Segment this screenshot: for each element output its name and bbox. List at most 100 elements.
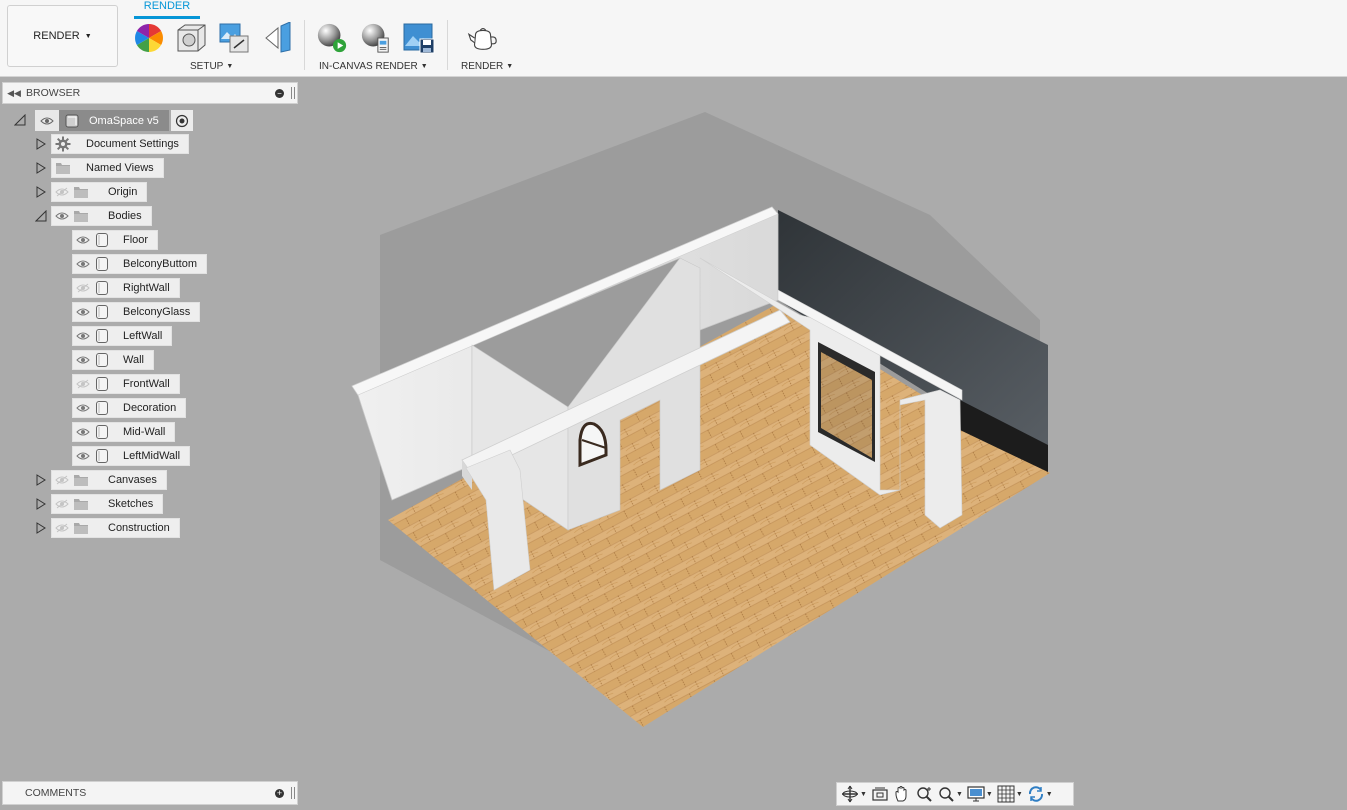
eye-icon[interactable] — [52, 207, 72, 225]
tab-render[interactable]: RENDER — [134, 0, 200, 20]
in-canvas-settings-icon[interactable] — [360, 22, 392, 54]
tree-item-body[interactable]: Wall — [72, 350, 154, 370]
expand-triangle-icon[interactable] — [35, 134, 47, 154]
caret-down-icon: ▼ — [226, 63, 234, 70]
viewports-icon[interactable]: ▼ — [1027, 784, 1053, 804]
tree-item-chip[interactable]: Named Views — [51, 158, 164, 178]
tree-item-chip[interactable]: BelconyGlass — [72, 302, 201, 322]
tree-root-toggle[interactable] — [14, 110, 30, 130]
in-canvas-group-menu[interactable]: IN-CANVAS RENDER ▼ — [319, 61, 428, 72]
tree-item-chip[interactable]: Sketches — [51, 494, 164, 514]
eye-hidden-icon[interactable] — [73, 375, 93, 393]
body-icon — [93, 423, 111, 441]
eye-hidden-icon[interactable] — [52, 519, 72, 537]
body-icon — [93, 375, 111, 393]
eye-icon[interactable] — [73, 423, 93, 441]
look-at-icon[interactable] — [871, 784, 889, 804]
render-teapot-icon[interactable] — [467, 22, 499, 54]
eye-icon[interactable] — [73, 255, 93, 273]
tree-item-body[interactable]: Mid-Wall — [72, 422, 176, 442]
comments-title: COMMENTS — [25, 787, 87, 799]
orbit-icon[interactable]: ▼ — [841, 784, 867, 804]
tree-item-construction[interactable]: Construction — [35, 518, 180, 538]
tree-item-chip[interactable]: Mid-Wall — [72, 422, 176, 442]
eye-hidden-icon[interactable] — [52, 495, 72, 513]
tree-item-chip[interactable]: Document Settings — [51, 134, 189, 154]
expand-triangle-icon[interactable] — [35, 470, 47, 490]
tree-item-label: Construction — [108, 522, 170, 534]
scene-settings-icon[interactable] — [133, 22, 165, 54]
expand-triangle-icon[interactable] — [35, 494, 47, 514]
add-comment-icon[interactable]: + — [275, 788, 284, 798]
eye-icon[interactable] — [73, 447, 93, 465]
tree-item-body[interactable]: RightWall — [72, 278, 180, 298]
grid-icon[interactable]: ▼ — [997, 784, 1023, 804]
zoom-icon[interactable] — [915, 784, 933, 804]
eye-icon[interactable] — [73, 351, 93, 369]
tree-item-canvases[interactable]: Canvases — [35, 470, 167, 490]
collapse-triangle-icon[interactable] — [14, 110, 26, 130]
expand-triangle-icon[interactable] — [35, 182, 47, 202]
tree-item-bodies[interactable]: Bodies — [35, 206, 152, 226]
capture-image-icon[interactable] — [403, 22, 435, 54]
tree-item-chip[interactable]: Decoration — [72, 398, 187, 418]
setup-group-menu[interactable]: SETUP ▼ — [190, 61, 233, 72]
texture-map-icon[interactable] — [218, 22, 250, 54]
tree-item-body[interactable]: BelconyGlass — [72, 302, 201, 322]
tree-item-body[interactable]: FrontWall — [72, 374, 180, 394]
eye-icon[interactable] — [73, 327, 93, 345]
display-settings-icon[interactable]: ▼ — [967, 784, 993, 804]
tree-item-body[interactable]: LeftMidWall — [72, 446, 191, 466]
expand-triangle-icon[interactable] — [35, 158, 47, 178]
tree-item-chip[interactable]: Origin — [51, 182, 148, 202]
eye-icon[interactable] — [73, 303, 93, 321]
caret-down-icon: ▼ — [860, 790, 867, 798]
collapse-triangle-icon[interactable] — [35, 206, 47, 226]
minimize-browser-icon[interactable]: − — [275, 88, 284, 98]
workspace-switcher-button[interactable]: RENDER ▼ — [7, 5, 118, 67]
panel-grip-icon[interactable] — [291, 87, 295, 99]
navigation-bar: ▼ ▼ ▼ ▼ ▼ — [836, 782, 1074, 806]
tree-item-chip[interactable]: LeftMidWall — [72, 446, 191, 466]
tree-item-chip[interactable]: Bodies — [51, 206, 152, 226]
tree-item-chip[interactable]: LeftWall — [72, 326, 173, 346]
tree-item-named-views[interactable]: Named Views — [35, 158, 164, 178]
tree-item-chip[interactable]: Floor — [72, 230, 159, 250]
render-group-menu[interactable]: RENDER ▼ — [461, 61, 513, 72]
in-canvas-render-icon[interactable] — [316, 22, 348, 54]
eye-hidden-icon[interactable] — [52, 471, 72, 489]
decal-icon[interactable] — [262, 22, 294, 54]
eye-hidden-icon[interactable] — [52, 183, 72, 201]
tree-item-chip[interactable]: FrontWall — [72, 374, 180, 394]
expand-triangle-icon[interactable] — [35, 518, 47, 538]
collapse-panel-icon[interactable]: ◀◀ — [5, 88, 23, 99]
tree-item-label: Origin — [108, 186, 138, 198]
eye-icon[interactable] — [73, 399, 93, 417]
toolbar-divider — [304, 20, 305, 70]
appearance-icon[interactable] — [175, 22, 207, 54]
tree-item-label: RightWall — [123, 282, 170, 294]
tree-item-chip[interactable]: BelconyButtom — [72, 254, 207, 274]
panel-grip-icon[interactable] — [291, 787, 295, 799]
eye-icon[interactable] — [73, 231, 93, 249]
tree-item-body[interactable]: LeftWall — [72, 326, 173, 346]
tree-item-document-settings[interactable]: Document Settings — [35, 134, 189, 154]
activate-component-icon[interactable] — [170, 110, 193, 131]
tree-item-chip[interactable]: Wall — [72, 350, 154, 370]
pan-hand-icon[interactable] — [893, 784, 911, 804]
tree-item-body[interactable]: BelconyButtom — [72, 254, 207, 274]
tree-item-label: Canvases — [108, 474, 157, 486]
tree-item-chip[interactable]: RightWall — [72, 278, 180, 298]
eye-icon[interactable] — [35, 110, 59, 131]
tree-item-chip[interactable]: Construction — [51, 518, 180, 538]
root-component-chip[interactable]: OmaSpace v5 — [59, 110, 169, 131]
tree-item-chip[interactable]: Canvases — [51, 470, 167, 490]
tree-item-origin[interactable]: Origin — [35, 182, 148, 202]
zoom-window-icon[interactable]: ▼ — [937, 784, 963, 804]
3d-canvas[interactable] — [300, 78, 1347, 780]
tree-item-sketches[interactable]: Sketches — [35, 494, 164, 514]
tree-item-body[interactable]: Floor — [72, 230, 159, 250]
tree-root-omaspace[interactable]: OmaSpace v5 — [35, 110, 193, 131]
eye-hidden-icon[interactable] — [73, 279, 93, 297]
tree-item-body[interactable]: Decoration — [72, 398, 187, 418]
